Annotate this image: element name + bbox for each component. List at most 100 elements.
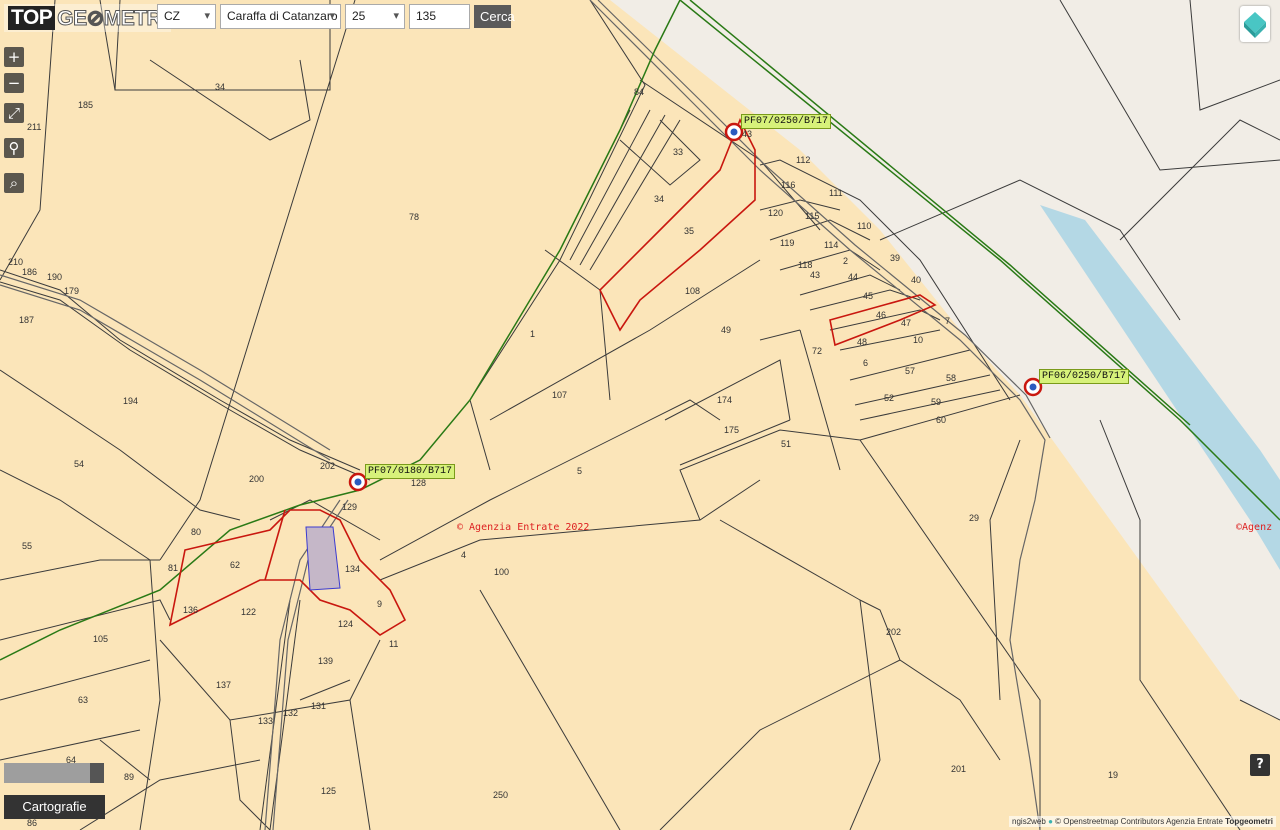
parcel-label: 40 xyxy=(911,275,921,285)
parcel-label: 122 xyxy=(241,607,256,617)
parcel-label: 63 xyxy=(78,695,88,705)
parcel-label: 125 xyxy=(321,786,336,796)
parcel-label: 89 xyxy=(124,772,134,782)
parcel-label: 9 xyxy=(377,599,382,609)
province-select[interactable]: CZ xyxy=(157,4,216,29)
parcel-label: 62 xyxy=(230,560,240,570)
parcel-label: 43 xyxy=(742,129,752,139)
parcel-label: 186 xyxy=(22,267,37,277)
parcel-label: 1 xyxy=(530,329,535,339)
parcel-label: 190 xyxy=(47,272,62,282)
watermark: © Agenzia Entrate 2022 xyxy=(457,522,589,533)
opacity-slider[interactable] xyxy=(4,763,104,783)
parcel-label: 185 xyxy=(78,100,93,110)
parcel-label: 52 xyxy=(884,393,894,403)
parcel-label: 80 xyxy=(191,527,201,537)
zoom-in-button[interactable]: + xyxy=(4,47,24,67)
parcel-label: 194 xyxy=(123,396,138,406)
parcel-label: 84 xyxy=(634,87,644,97)
parcel-label: 60 xyxy=(936,415,946,425)
parcel-label: 72 xyxy=(812,346,822,356)
parcel-input[interactable]: 135 xyxy=(409,4,470,29)
parcel-label: 29 xyxy=(969,513,979,523)
parcel-label: 34 xyxy=(654,194,664,204)
parcel-label: 211 xyxy=(27,122,41,132)
parcel-label: 47 xyxy=(901,318,911,328)
layers-icon xyxy=(1244,12,1266,38)
parcel-label: 114 xyxy=(824,240,838,250)
topgeometri-logo: TOP GE⊘METRI xyxy=(4,4,171,32)
parcel-label: 187 xyxy=(19,315,34,325)
parcel-label: 250 xyxy=(493,790,508,800)
parcel-label: 51 xyxy=(781,439,791,449)
parcel-label: 81 xyxy=(168,563,178,573)
locate-button[interactable]: ⚲ xyxy=(4,138,24,158)
help-button[interactable]: ? xyxy=(1250,754,1270,776)
parcel-label: 45 xyxy=(863,291,873,301)
slider-knob[interactable] xyxy=(90,763,104,783)
map-search-button[interactable]: ⌕ xyxy=(4,173,24,193)
parcel-label: 46 xyxy=(876,310,886,320)
highlighted-parcels xyxy=(168,118,937,636)
parcel-label: 108 xyxy=(685,286,700,296)
parcel-label: 100 xyxy=(494,567,509,577)
zoom-out-button[interactable]: − xyxy=(4,73,24,93)
pin-marker-2[interactable] xyxy=(348,472,368,492)
parcel-label: 33 xyxy=(673,147,683,157)
parcel-label: 105 xyxy=(93,634,108,644)
parcel-label: 110 xyxy=(857,221,871,231)
pin-label-1[interactable]: PF07/0250/B717 xyxy=(741,114,832,129)
parcel-label: 54 xyxy=(74,459,84,469)
parcel-label: 124 xyxy=(338,619,353,629)
parcel-label: 55 xyxy=(22,541,32,551)
parcel-label: 19 xyxy=(1108,770,1118,780)
sheet-select[interactable]: 25 xyxy=(345,4,405,29)
search-button[interactable]: Cerca xyxy=(474,5,515,28)
parcel-label: 136 xyxy=(183,605,198,615)
parcel-label: 116 xyxy=(781,180,795,190)
parcel-label: 6 xyxy=(863,358,868,368)
parcel-label: 132 xyxy=(283,708,298,718)
parcel-label: 129 xyxy=(342,502,357,512)
parcel-label: 43 xyxy=(810,270,820,280)
parcel-label: 201 xyxy=(951,764,966,774)
parcel-label: 134 xyxy=(345,564,360,574)
parcel-label: 175 xyxy=(724,425,739,435)
cartografie-button[interactable]: Cartografie xyxy=(4,795,105,819)
parcel-label: 128 xyxy=(411,478,426,488)
layers-button[interactable] xyxy=(1240,6,1270,42)
parcel-label: 58 xyxy=(946,373,956,383)
parcel-label: 139 xyxy=(318,656,333,666)
watermark-edge: ©Agenz xyxy=(1236,522,1272,533)
parcel-label: 44 xyxy=(848,272,858,282)
cadastral-map[interactable]: © Agenzia Entrate 2022 ©Agenz 1853421178… xyxy=(0,0,1280,830)
parcel-label: 133 xyxy=(258,716,273,726)
fullscreen-button[interactable]: ⤢ xyxy=(4,103,24,123)
parcel-label: 137 xyxy=(216,680,231,690)
parcel-label: 118 xyxy=(798,260,812,270)
parcel-label: 179 xyxy=(64,286,79,296)
municipality-select[interactable]: Caraffa di Catanzaro xyxy=(220,4,341,29)
parcel-label: 4 xyxy=(461,550,466,560)
pin-label-3[interactable]: PF06/0250/B717 xyxy=(1039,369,1130,384)
parcel-label: 5 xyxy=(577,466,582,476)
parcel-label: 48 xyxy=(857,337,867,347)
parcel-label: 35 xyxy=(684,226,694,236)
selected-parcel[interactable] xyxy=(305,526,341,591)
parcel-label: 120 xyxy=(768,208,783,218)
parcel-label: 202 xyxy=(886,627,901,637)
parcel-label: 202 xyxy=(320,461,335,471)
pin-label-2[interactable]: PF07/0180/B717 xyxy=(365,464,456,479)
parcel-label: 7 xyxy=(945,316,950,326)
parcel-label: 34 xyxy=(215,82,225,92)
pin-marker-1[interactable] xyxy=(724,122,744,142)
parcel-label: 78 xyxy=(409,212,419,222)
parcel-label: 49 xyxy=(721,325,731,335)
parcel-label: 115 xyxy=(805,211,819,221)
parcel-label: 10 xyxy=(913,335,923,345)
parcel-label: 107 xyxy=(552,390,567,400)
parcel-label: 59 xyxy=(931,397,941,407)
parcel-label: 210 xyxy=(8,257,23,267)
parcel-label: 11 xyxy=(389,639,398,649)
parcel-label: 57 xyxy=(905,366,915,376)
